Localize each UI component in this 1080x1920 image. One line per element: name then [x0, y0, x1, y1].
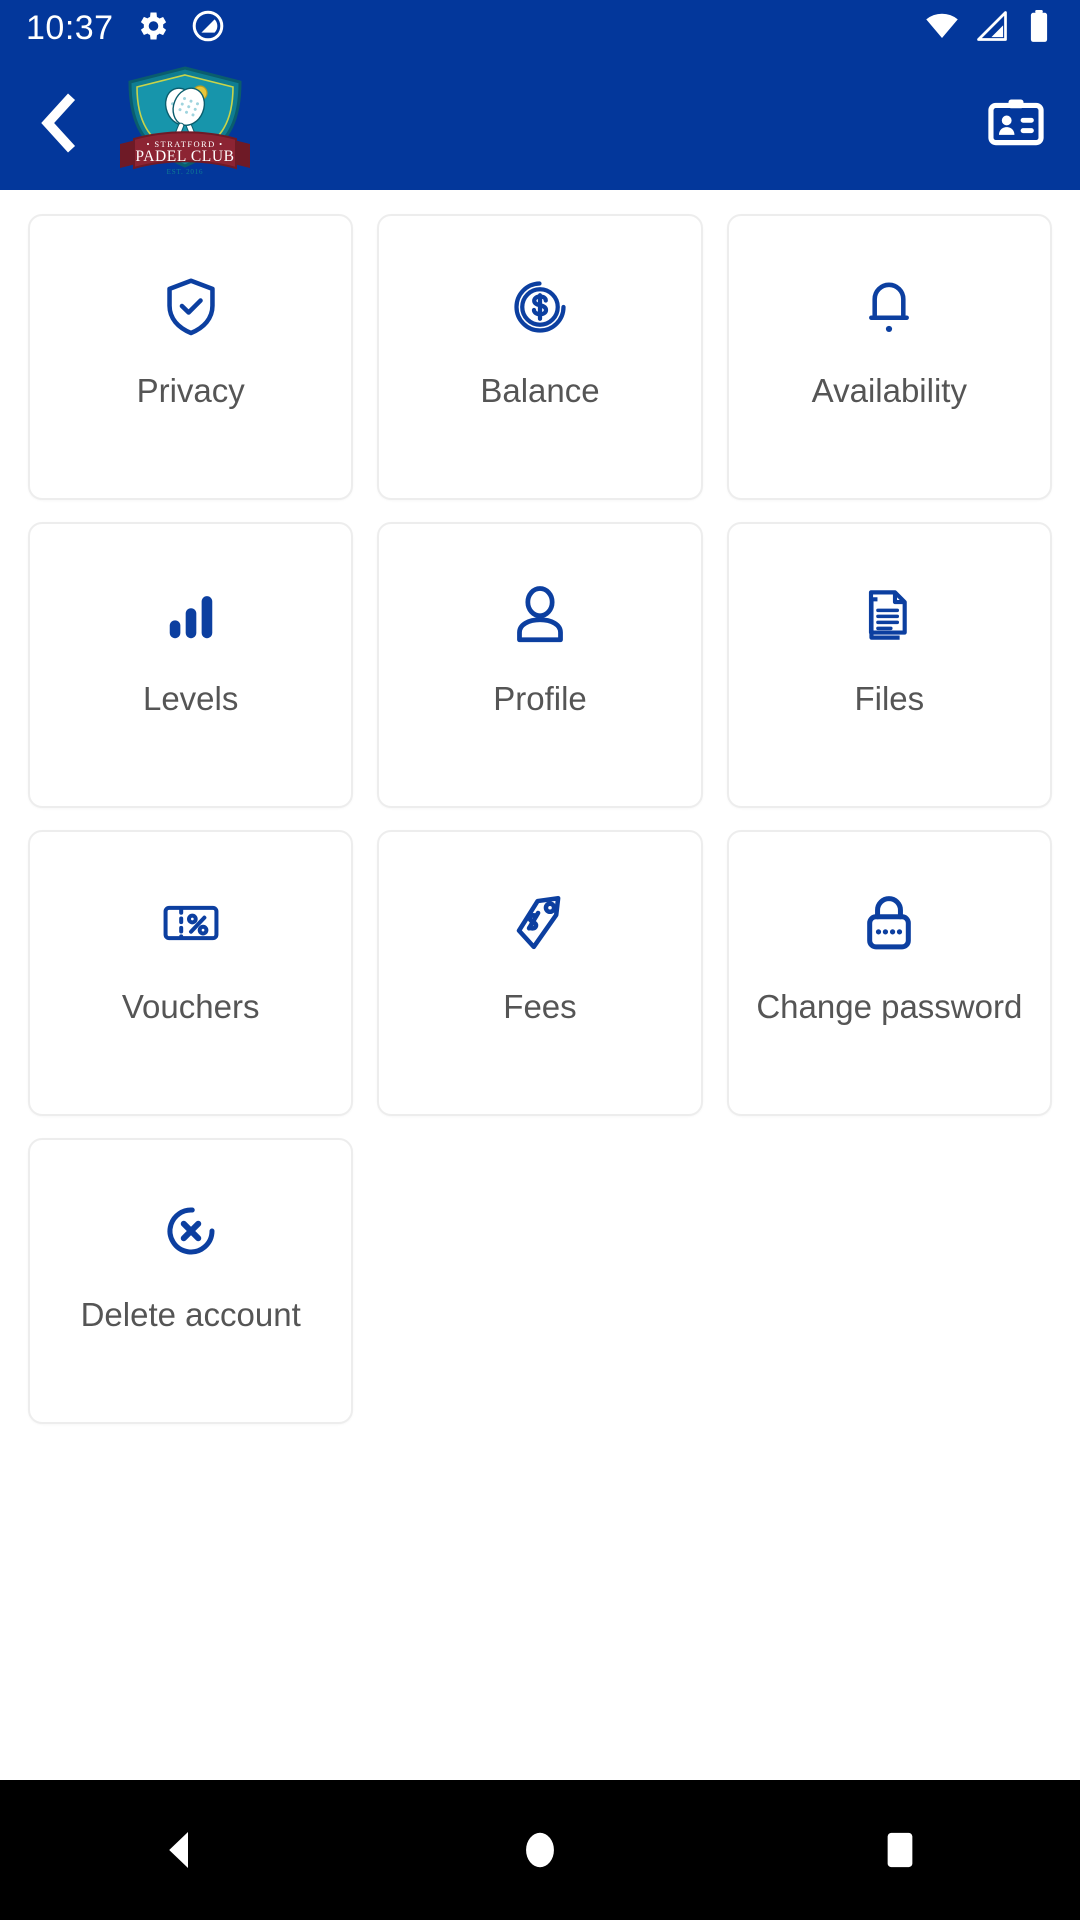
menu-grid-empty-slot	[727, 1138, 1052, 1424]
circle-icon	[526, 1832, 554, 1868]
settings-gear-icon	[134, 8, 170, 49]
svg-text:EST. 2016: EST. 2016	[167, 168, 204, 176]
menu-tile-label: Profile	[493, 680, 587, 717]
triangle-left-icon	[169, 1832, 188, 1868]
ticket-percent-icon	[162, 890, 220, 956]
club-crest-icon: • STRATFORD • PADEL CLUB EST. 2016	[120, 66, 250, 176]
menu-tile-files[interactable]: Files	[726, 522, 1052, 808]
wifi-icon	[924, 8, 960, 49]
bar-chart-icon	[162, 582, 220, 648]
menu-tile-balance[interactable]: Balance	[377, 214, 703, 500]
circle-x-icon	[161, 1198, 221, 1264]
android-back-button[interactable]	[120, 1790, 240, 1910]
square-icon	[887, 1832, 913, 1868]
menu-grid: Privacy Balance Availability Levels Prof…	[28, 214, 1052, 1424]
settings-menu: Privacy Balance Availability Levels Prof…	[0, 190, 1080, 1780]
menu-tile-label: Vouchers	[121, 988, 260, 1025]
menu-tile-label: Levels	[142, 680, 239, 717]
bell-icon	[863, 274, 915, 340]
documents-icon	[861, 582, 917, 648]
price-tag-dollar-icon	[511, 890, 569, 956]
membership-card-button[interactable]	[978, 85, 1054, 161]
status-bar-right	[924, 8, 1054, 49]
menu-tile-label: Change password	[756, 988, 1023, 1025]
padlock-dots-icon	[862, 890, 916, 956]
menu-tile-label: Privacy	[136, 372, 245, 409]
back-button[interactable]	[26, 83, 90, 163]
menu-tile-levels[interactable]: Levels	[28, 522, 354, 808]
menu-tile-label: Balance	[480, 372, 600, 409]
menu-tile-change-password[interactable]: Change password	[726, 830, 1052, 1116]
android-recents-button[interactable]	[840, 1790, 960, 1910]
status-bar: 10:37	[0, 0, 1080, 56]
person-icon	[512, 582, 568, 648]
status-bar-left: 10:37	[26, 8, 226, 49]
menu-tile-vouchers[interactable]: Vouchers	[28, 830, 354, 1116]
svg-text:PADEL CLUB: PADEL CLUB	[135, 148, 234, 165]
menu-tile-label: Files	[854, 680, 925, 717]
menu-tile-fees[interactable]: Fees	[377, 830, 703, 1116]
shield-check-icon	[162, 274, 220, 340]
menu-tile-label: Availability	[811, 372, 967, 409]
chevron-left-icon	[41, 93, 76, 153]
dollar-coin-icon	[510, 274, 570, 340]
phone-screen: 10:37 • STRATFORD • PADEL CLUB EST. 2016…	[0, 0, 1080, 1920]
menu-tile-privacy[interactable]: Privacy	[28, 214, 354, 500]
cellular-signal-icon	[974, 8, 1010, 49]
android-navigation-bar	[0, 1780, 1080, 1920]
stratford-padel-club-logo: • STRATFORD • PADEL CLUB EST. 2016	[114, 64, 256, 182]
menu-tile-availability[interactable]: Availability	[726, 214, 1052, 500]
menu-grid-empty-slot	[377, 1138, 702, 1424]
status-bar-clock: 10:37	[26, 9, 114, 47]
battery-full-icon	[1024, 8, 1054, 49]
id-card-icon	[988, 99, 1044, 146]
menu-tile-profile[interactable]: Profile	[377, 522, 703, 808]
do-not-disturb-icon	[190, 8, 226, 49]
android-home-button[interactable]	[480, 1790, 600, 1910]
app-bar-actions	[978, 85, 1054, 161]
menu-tile-delete-account[interactable]: Delete account	[28, 1138, 354, 1424]
menu-tile-label: Fees	[503, 988, 577, 1025]
app-bar: • STRATFORD • PADEL CLUB EST. 2016	[0, 56, 1080, 190]
menu-tile-label: Delete account	[80, 1296, 301, 1333]
